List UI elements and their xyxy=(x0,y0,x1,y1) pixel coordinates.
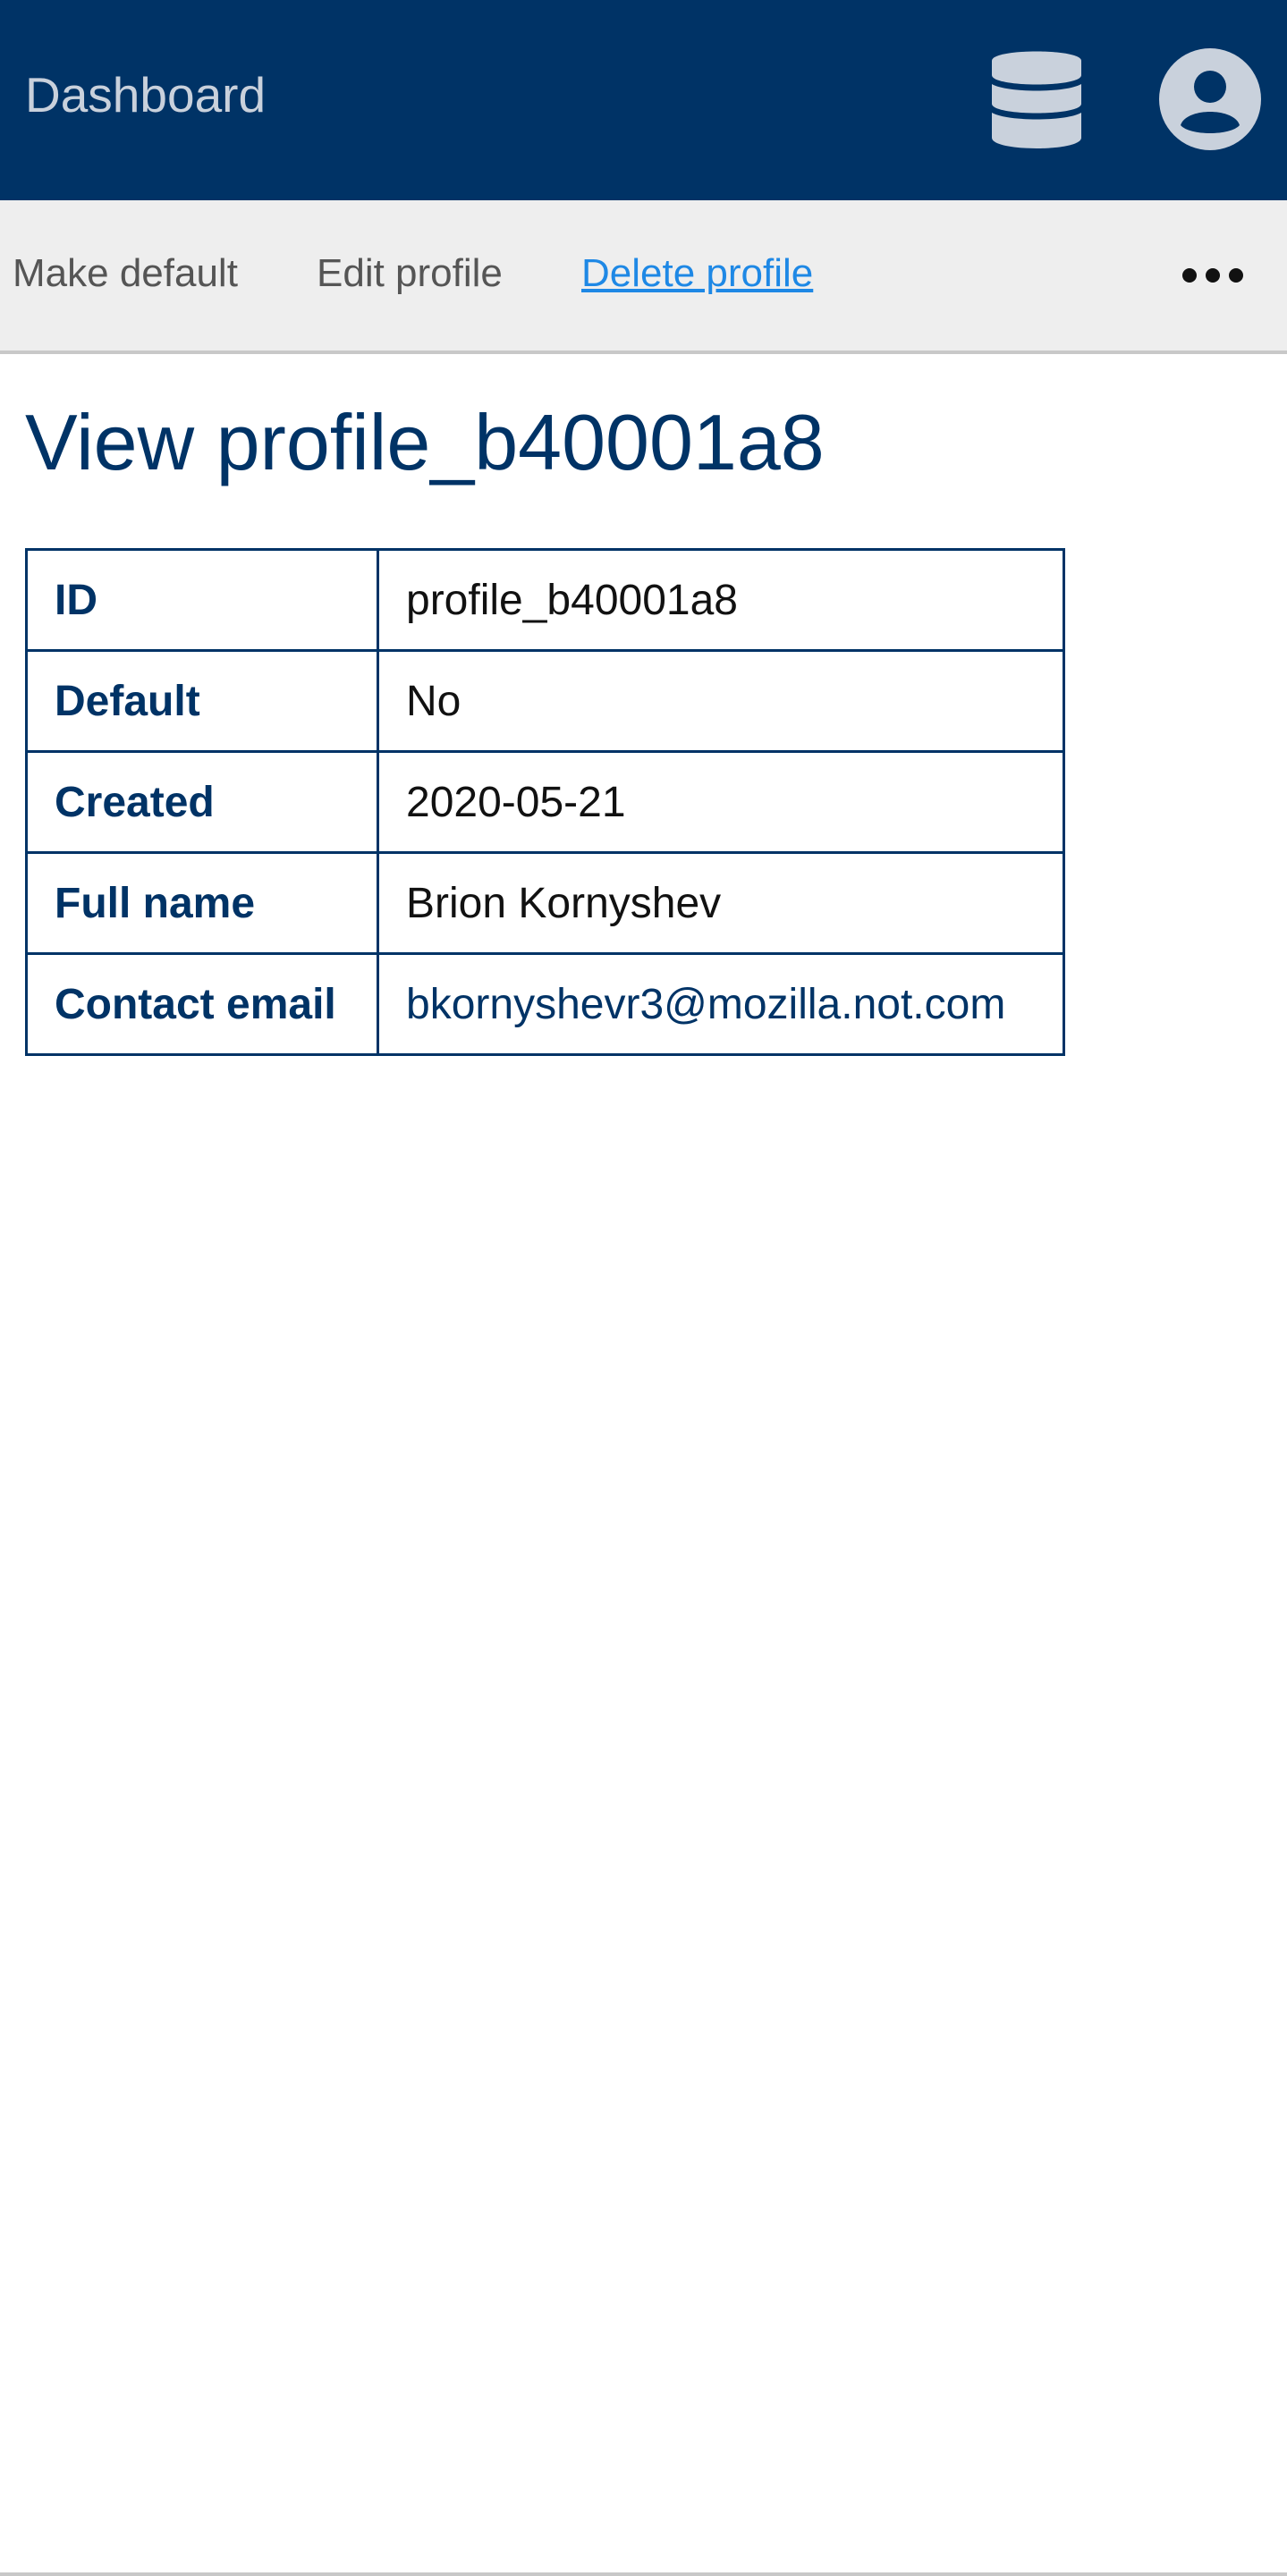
dashboard-link[interactable]: Dashboard xyxy=(25,63,266,127)
edit-profile-link[interactable]: Edit profile xyxy=(317,247,503,300)
profile-actions-bar: Make default Edit profile Delete profile xyxy=(0,200,1287,354)
table-row: Contact email bkornyshevr3@mozilla.not.c… xyxy=(25,952,1065,1056)
page-bottom-divider xyxy=(0,2572,1287,2576)
created-label: Created xyxy=(25,750,379,854)
profile-details-table: ID profile_b40001a8 Default No Created 2… xyxy=(25,548,1065,1056)
user-circle-icon[interactable] xyxy=(1159,48,1261,150)
contact-email-label: Contact email xyxy=(25,952,379,1056)
created-value: 2020-05-21 xyxy=(377,750,1065,854)
id-value: profile_b40001a8 xyxy=(377,548,1065,652)
table-row: Full name Brion Kornyshev xyxy=(25,851,1065,955)
default-label: Default xyxy=(25,649,379,753)
full-name-label: Full name xyxy=(25,851,379,955)
id-label: ID xyxy=(25,548,379,652)
delete-profile-link[interactable]: Delete profile xyxy=(581,247,813,300)
table-row: Default No xyxy=(25,649,1065,753)
top-navbar: Dashboard xyxy=(0,0,1287,200)
more-horizontal-icon[interactable] xyxy=(1177,243,1249,308)
table-row: ID profile_b40001a8 xyxy=(25,548,1065,652)
page-title: View profile_b40001a8 xyxy=(25,398,825,486)
database-icon[interactable] xyxy=(987,48,1086,152)
default-value: No xyxy=(377,649,1065,753)
make-default-link[interactable]: Make default xyxy=(13,247,238,300)
full-name-value: Brion Kornyshev xyxy=(377,851,1065,955)
table-row: Created 2020-05-21 xyxy=(25,750,1065,854)
contact-email-link[interactable]: bkornyshevr3@mozilla.not.com xyxy=(377,952,1065,1056)
